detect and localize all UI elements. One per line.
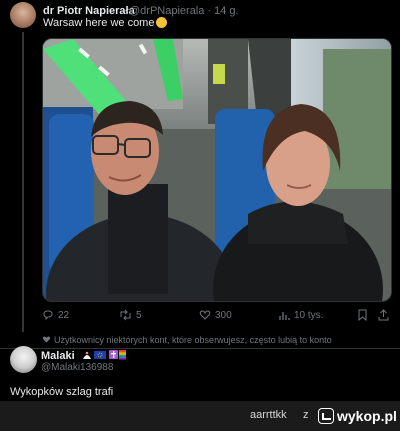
bookmark-icon [358,309,367,321]
selfie-photo [43,39,391,301]
via-label: z [303,409,309,421]
retweet-count: 5 [136,309,142,321]
retweet-button[interactable]: 5 [119,309,142,321]
reply-author-name-text: Malaki [41,350,75,362]
smiling-face-icon [156,17,168,28]
reply-author-name[interactable]: Malaki [41,349,126,362]
retweet-icon [120,309,131,321]
reply-icon [43,310,53,321]
share-icon [378,309,389,321]
bookmark-button[interactable] [357,309,368,321]
analytics-icon [279,312,290,320]
profile-emoji-icons [82,350,126,360]
share-button[interactable] [378,309,389,321]
reply-button[interactable]: 22 [42,309,69,321]
heart-icon [199,310,211,320]
liked-by-note: Użytkownicy niektórych kont, które obser… [42,335,332,345]
reply-author-avatar[interactable] [10,346,37,373]
author-handle-time[interactable]: @drPNapierala · 14 g. [129,5,239,17]
heart-icon [42,336,51,343]
thread-line [22,32,24,332]
views-button[interactable]: 10 tys. [278,309,323,321]
wykop-logo-icon [318,408,334,424]
brand-text: wykop.pl [337,408,397,424]
author-name[interactable]: dr Piotr Napierała [43,5,135,17]
reply-author-handle[interactable]: @Malaki136988 [41,362,113,373]
liked-by-text: Użytkownicy niektórych kont, które obser… [54,335,332,345]
view-count: 10 tys. [294,309,324,321]
reply-count: 22 [58,309,70,321]
reply-text: Wykopków szlag trafi [10,386,114,398]
like-count: 300 [215,309,232,321]
uploader-name[interactable]: aarrttkk [250,409,287,421]
tweet-text-content: Warsaw here we come [43,17,155,29]
like-button[interactable]: 300 [199,309,232,321]
tweet-photo[interactable] [42,38,392,302]
author-avatar[interactable] [10,2,36,28]
tweet-text: Warsaw here we come [43,17,168,29]
wykop-logo[interactable]: wykop.pl [318,408,397,424]
